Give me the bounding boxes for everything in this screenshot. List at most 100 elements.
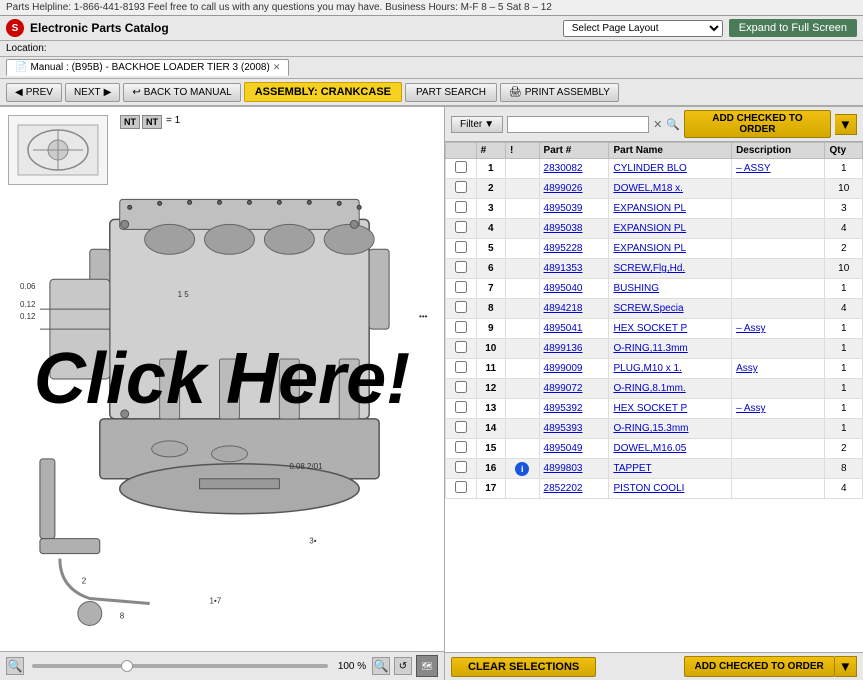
part-name-link[interactable]: O-RING,11.3mm — [613, 343, 687, 354]
row-checkbox[interactable] — [455, 261, 467, 273]
row-part-num[interactable]: 4895392 — [539, 399, 609, 419]
row-part-num[interactable]: 4895041 — [539, 319, 609, 339]
part-num-link[interactable]: 4895228 — [544, 243, 583, 254]
description-link[interactable]: Assy — [736, 363, 758, 374]
part-num-link[interactable]: 4895040 — [544, 283, 583, 294]
row-checkbox[interactable] — [455, 441, 467, 453]
part-name-link[interactable]: CYLINDER BLO — [613, 163, 686, 174]
part-name-link[interactable]: EXPANSION PL — [613, 243, 686, 254]
part-name-link[interactable]: O-RING,15.3mm — [613, 423, 688, 434]
row-part-num[interactable]: 4895049 — [539, 439, 609, 459]
info-icon[interactable]: i — [515, 462, 529, 476]
clear-selections-button[interactable]: CLEAR SELECTIONS — [451, 657, 596, 677]
add-to-order-button[interactable]: ADD CHECKED TO ORDER — [684, 110, 831, 138]
row-part-num[interactable]: 2830082 — [539, 159, 609, 179]
row-part-name[interactable]: DOWEL,M16.05 — [609, 439, 732, 459]
part-name-link[interactable]: BUSHING — [613, 283, 659, 294]
part-num-link[interactable]: 4899136 — [544, 343, 583, 354]
description-link[interactable]: – Assy — [736, 323, 765, 334]
row-alert[interactable]: i — [506, 459, 540, 479]
row-checkbox[interactable] — [455, 181, 467, 193]
description-link[interactable]: – ASSY — [736, 163, 770, 174]
filter-button[interactable]: Filter ▼ — [451, 116, 503, 133]
row-checkbox[interactable] — [455, 221, 467, 233]
row-part-num[interactable]: 4899009 — [539, 359, 609, 379]
part-num-link[interactable]: 4895039 — [544, 203, 583, 214]
expand-button[interactable]: Expand to Full Screen — [729, 19, 857, 37]
row-part-name[interactable]: O-RING,11.3mm — [609, 339, 732, 359]
zoom-slider-container[interactable] — [28, 664, 332, 668]
row-part-name[interactable]: HEX SOCKET P — [609, 319, 732, 339]
part-name-link[interactable]: TAPPET — [613, 463, 651, 474]
part-name-link[interactable]: SCREW,Specia — [613, 303, 683, 314]
row-part-num[interactable]: 4899026 — [539, 179, 609, 199]
row-part-name[interactable]: SCREW,Flg,Hd. — [609, 259, 732, 279]
description-link[interactable]: – Assy — [736, 403, 765, 414]
part-name-link[interactable]: EXPANSION PL — [613, 223, 686, 234]
filter-input[interactable] — [507, 116, 649, 133]
back-to-manual-button[interactable]: ↩ BACK TO MANUAL — [123, 83, 240, 102]
row-checkbox[interactable] — [455, 401, 467, 413]
row-part-num[interactable]: 4891353 — [539, 259, 609, 279]
row-part-num[interactable]: 4895040 — [539, 279, 609, 299]
row-checkbox[interactable] — [455, 161, 467, 173]
row-part-name[interactable]: O-RING,8.1mm. — [609, 379, 732, 399]
row-part-num[interactable]: 4895228 — [539, 239, 609, 259]
row-checkbox[interactable] — [455, 341, 467, 353]
row-checkbox[interactable] — [455, 241, 467, 253]
part-num-link[interactable]: 4895049 — [544, 443, 583, 454]
part-num-link[interactable]: 4899803 — [544, 463, 583, 474]
filter-clear-button[interactable]: ✕ — [653, 118, 662, 131]
row-part-num[interactable]: 4895039 — [539, 199, 609, 219]
part-name-link[interactable]: DOWEL,M18 x. — [613, 183, 682, 194]
row-part-name[interactable]: HEX SOCKET P — [609, 399, 732, 419]
row-part-name[interactable]: DOWEL,M18 x. — [609, 179, 732, 199]
part-name-link[interactable]: PISTON COOLI — [613, 483, 684, 494]
row-part-num[interactable]: 4894218 — [539, 299, 609, 319]
part-num-link[interactable]: 4899072 — [544, 383, 583, 394]
part-name-link[interactable]: O-RING,8.1mm. — [613, 383, 685, 394]
zoom-in-button[interactable]: 🔍 — [372, 657, 390, 675]
row-part-name[interactable]: PISTON COOLI — [609, 479, 732, 499]
row-checkbox[interactable] — [455, 461, 467, 473]
zoom-out-button[interactable]: 🔍 — [6, 657, 24, 675]
row-part-num[interactable]: 2852202 — [539, 479, 609, 499]
add-checked-dropdown-button[interactable]: ▼ — [835, 656, 857, 677]
part-name-link[interactable]: PLUG,M10 x 1. — [613, 363, 681, 374]
row-part-name[interactable]: TAPPET — [609, 459, 732, 479]
row-checkbox[interactable] — [455, 201, 467, 213]
row-part-name[interactable]: CYLINDER BLO — [609, 159, 732, 179]
part-num-link[interactable]: 4895393 — [544, 423, 583, 434]
row-part-num[interactable]: 4899072 — [539, 379, 609, 399]
part-name-link[interactable]: HEX SOCKET P — [613, 403, 687, 414]
part-num-link[interactable]: 2830082 — [544, 163, 583, 174]
row-part-name[interactable]: EXPANSION PL — [609, 199, 732, 219]
part-num-link[interactable]: 4895041 — [544, 323, 583, 334]
row-checkbox[interactable] — [455, 281, 467, 293]
row-part-name[interactable]: BUSHING — [609, 279, 732, 299]
part-num-link[interactable]: 4899009 — [544, 363, 583, 374]
row-checkbox[interactable] — [455, 321, 467, 333]
part-name-link[interactable]: HEX SOCKET P — [613, 323, 687, 334]
part-num-link[interactable]: 4891353 — [544, 263, 583, 274]
row-checkbox[interactable] — [455, 361, 467, 373]
row-part-name[interactable]: O-RING,15.3mm — [609, 419, 732, 439]
manual-tab[interactable]: 📄 Manual : (B95B) - BACKHOE LOADER TIER … — [6, 59, 289, 76]
row-part-num[interactable]: 4895038 — [539, 219, 609, 239]
part-num-link[interactable]: 4895392 — [544, 403, 583, 414]
row-part-name[interactable]: EXPANSION PL — [609, 219, 732, 239]
row-part-num[interactable]: 4895393 — [539, 419, 609, 439]
parts-table-container[interactable]: # ! Part # Part Name Description Qty 128… — [445, 142, 863, 652]
part-name-link[interactable]: SCREW,Flg,Hd. — [613, 263, 685, 274]
zoom-reset-button[interactable]: ↺ — [394, 657, 412, 675]
row-checkbox[interactable] — [455, 381, 467, 393]
prev-button[interactable]: ◀ PREV — [6, 83, 62, 102]
part-num-link[interactable]: 4894218 — [544, 303, 583, 314]
tab-close-icon[interactable]: ✕ — [273, 62, 281, 73]
add-to-order-dropdown-button[interactable]: ▼ — [835, 114, 857, 135]
part-num-link[interactable]: 4895038 — [544, 223, 583, 234]
part-num-link[interactable]: 2852202 — [544, 483, 583, 494]
zoom-slider[interactable] — [32, 664, 328, 668]
row-part-name[interactable]: SCREW,Specia — [609, 299, 732, 319]
print-button[interactable]: 🖨 PRINT ASSEMBLY — [500, 83, 619, 102]
